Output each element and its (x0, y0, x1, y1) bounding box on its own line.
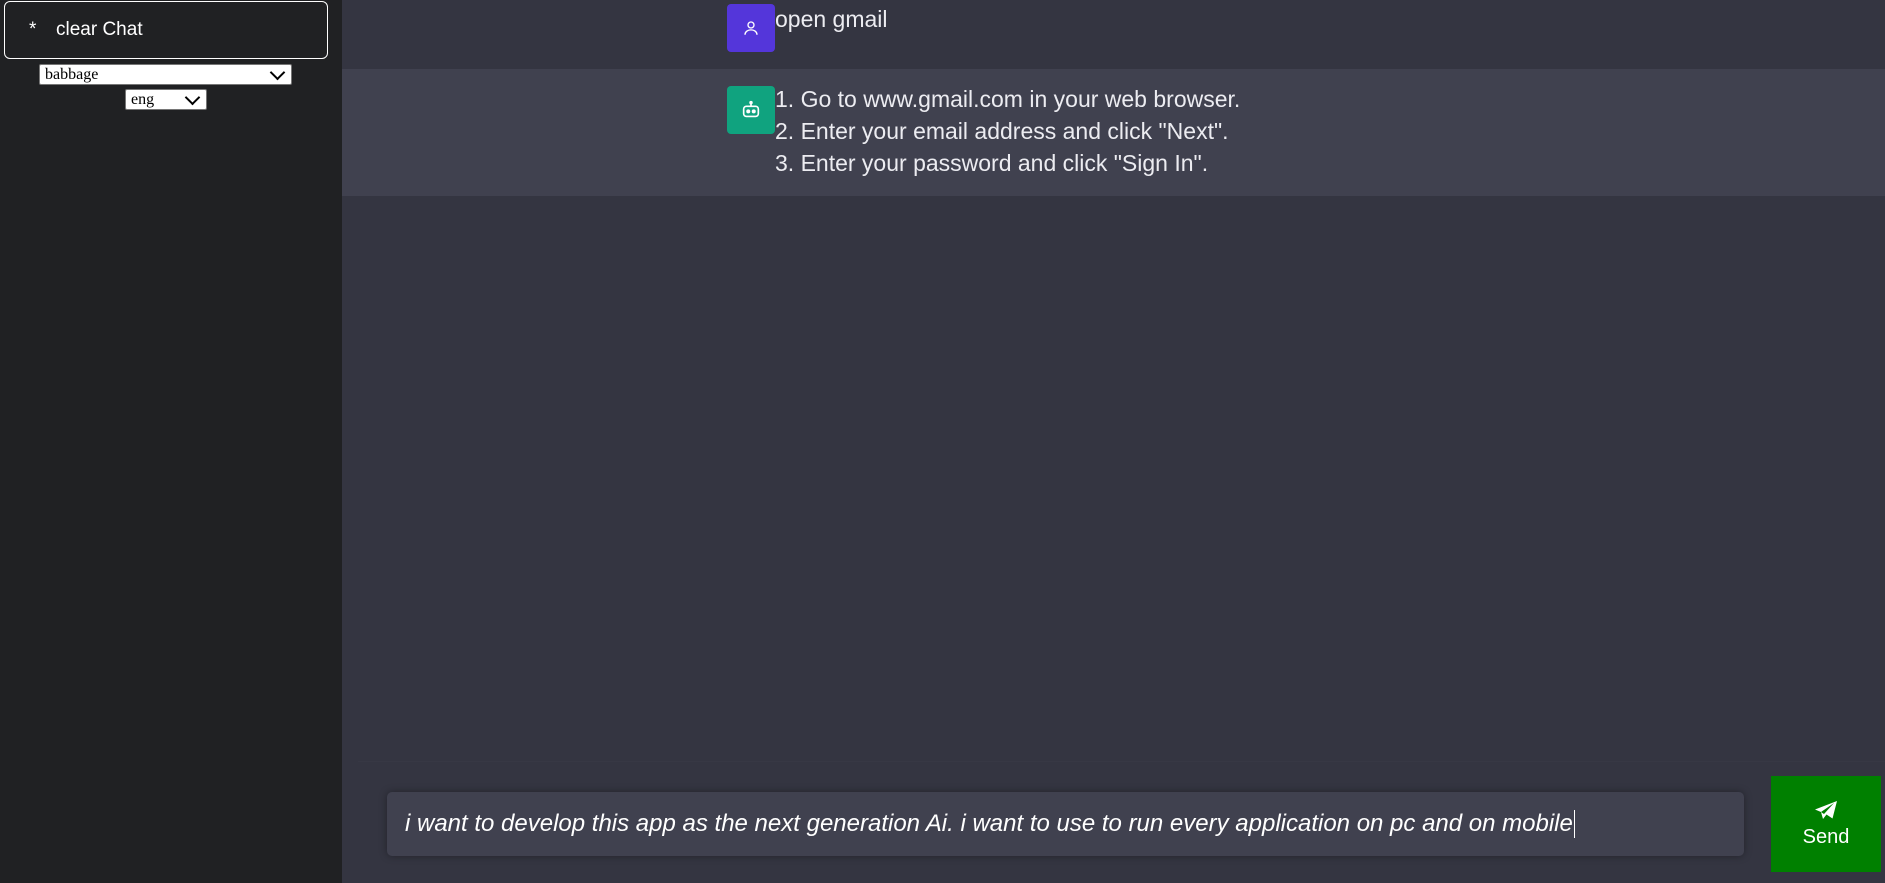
model-select-value: babbage (45, 65, 99, 83)
user-message-row: open gmail (342, 0, 1885, 69)
bot-message-text: 1. Go to www.gmail.com in your web brows… (775, 83, 1240, 179)
language-select-value: eng (131, 90, 155, 108)
chevron-down-icon (184, 89, 201, 105)
composer: i want to develop this app as the next g… (358, 762, 1885, 883)
send-label: Send (1802, 825, 1850, 848)
user-icon (744, 21, 758, 35)
bot-message-line: 1. Go to www.gmail.com in your web brows… (775, 86, 1241, 112)
user-avatar (727, 4, 775, 52)
bot-message-row: 1. Go to www.gmail.com in your web brows… (342, 69, 1885, 196)
language-select[interactable]: eng (125, 89, 207, 110)
message-input-value: i want to develop this app as the next g… (405, 810, 1573, 837)
user-message-text: open gmail (775, 6, 888, 32)
send-button[interactable]: Send (1771, 776, 1881, 872)
bot-message-line: 3. Enter your password and click "Sign I… (775, 150, 1209, 176)
clear-chat-button[interactable]: * clear Chat (4, 1, 328, 59)
chat-main: open gmail 1. Go to www.gmail.com in you… (342, 0, 1885, 883)
sidebar: * clear Chat babbage eng (0, 0, 342, 883)
message-input[interactable]: i want to develop this app as the next g… (387, 792, 1744, 856)
text-caret (1573, 810, 1575, 838)
bot-avatar (727, 86, 775, 134)
chevron-down-icon (269, 64, 286, 80)
clear-chat-label: clear Chat (56, 19, 143, 40)
paper-plane-icon (1815, 800, 1837, 819)
bot-message-line: 2. Enter your email address and click "N… (775, 118, 1229, 144)
asterisk-icon: * (29, 19, 37, 40)
model-select[interactable]: babbage (39, 64, 292, 85)
robot-icon (742, 100, 760, 118)
